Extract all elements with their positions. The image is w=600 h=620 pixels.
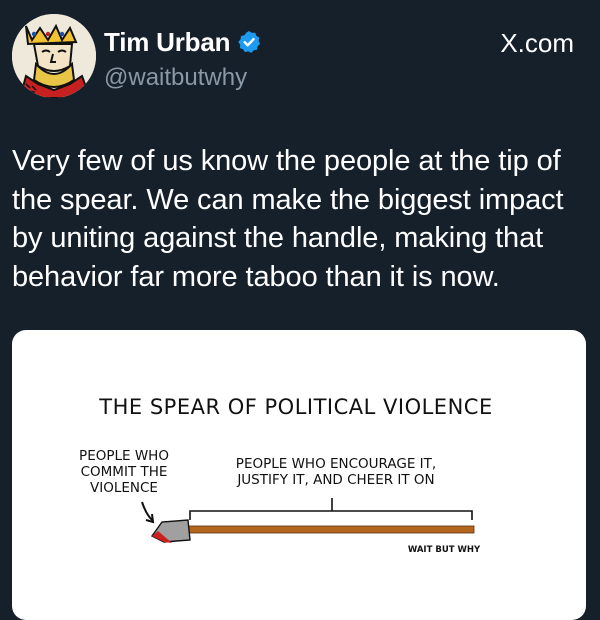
spear-comic-image: THE SPEAR OF POLITICAL VIOLENCE PEOPLE W… (79, 395, 492, 555)
handle-bracket (189, 510, 473, 520)
handle-label-line-2: JUSTIFY IT, AND CHEER IT ON (236, 472, 434, 488)
avatar[interactable] (12, 14, 96, 98)
tweet-image-card[interactable]: THE SPEAR OF POLITICAL VIOLENCE PEOPLE W… (12, 330, 586, 620)
handle-label-line-1: PEOPLE WHO ENCOURAGE IT, (236, 456, 436, 472)
tweet-header: Tim Urban @waitbutwhy X.com (12, 14, 588, 104)
author-name-row: Tim Urban (104, 26, 262, 58)
king-card-icon (12, 14, 96, 98)
tweet-text: Very few of us know the people at the ti… (12, 145, 564, 293)
tip-label-line-3: VIOLENCE (90, 480, 158, 496)
verified-badge-icon (238, 30, 261, 53)
site-label: X.com (500, 28, 574, 58)
arrow-icon (141, 501, 153, 521)
author-handle[interactable]: @waitbutwhy (104, 64, 247, 92)
watermark: WAIT BUT WHY (408, 545, 481, 555)
spear-handle (183, 525, 475, 534)
author-display-name[interactable]: Tim Urban (104, 27, 230, 58)
tip-label-line-2: COMMIT THE (81, 464, 168, 480)
comic-title: THE SPEAR OF POLITICAL VIOLENCE (98, 395, 492, 419)
tip-label-line-1: PEOPLE WHO (79, 448, 169, 464)
